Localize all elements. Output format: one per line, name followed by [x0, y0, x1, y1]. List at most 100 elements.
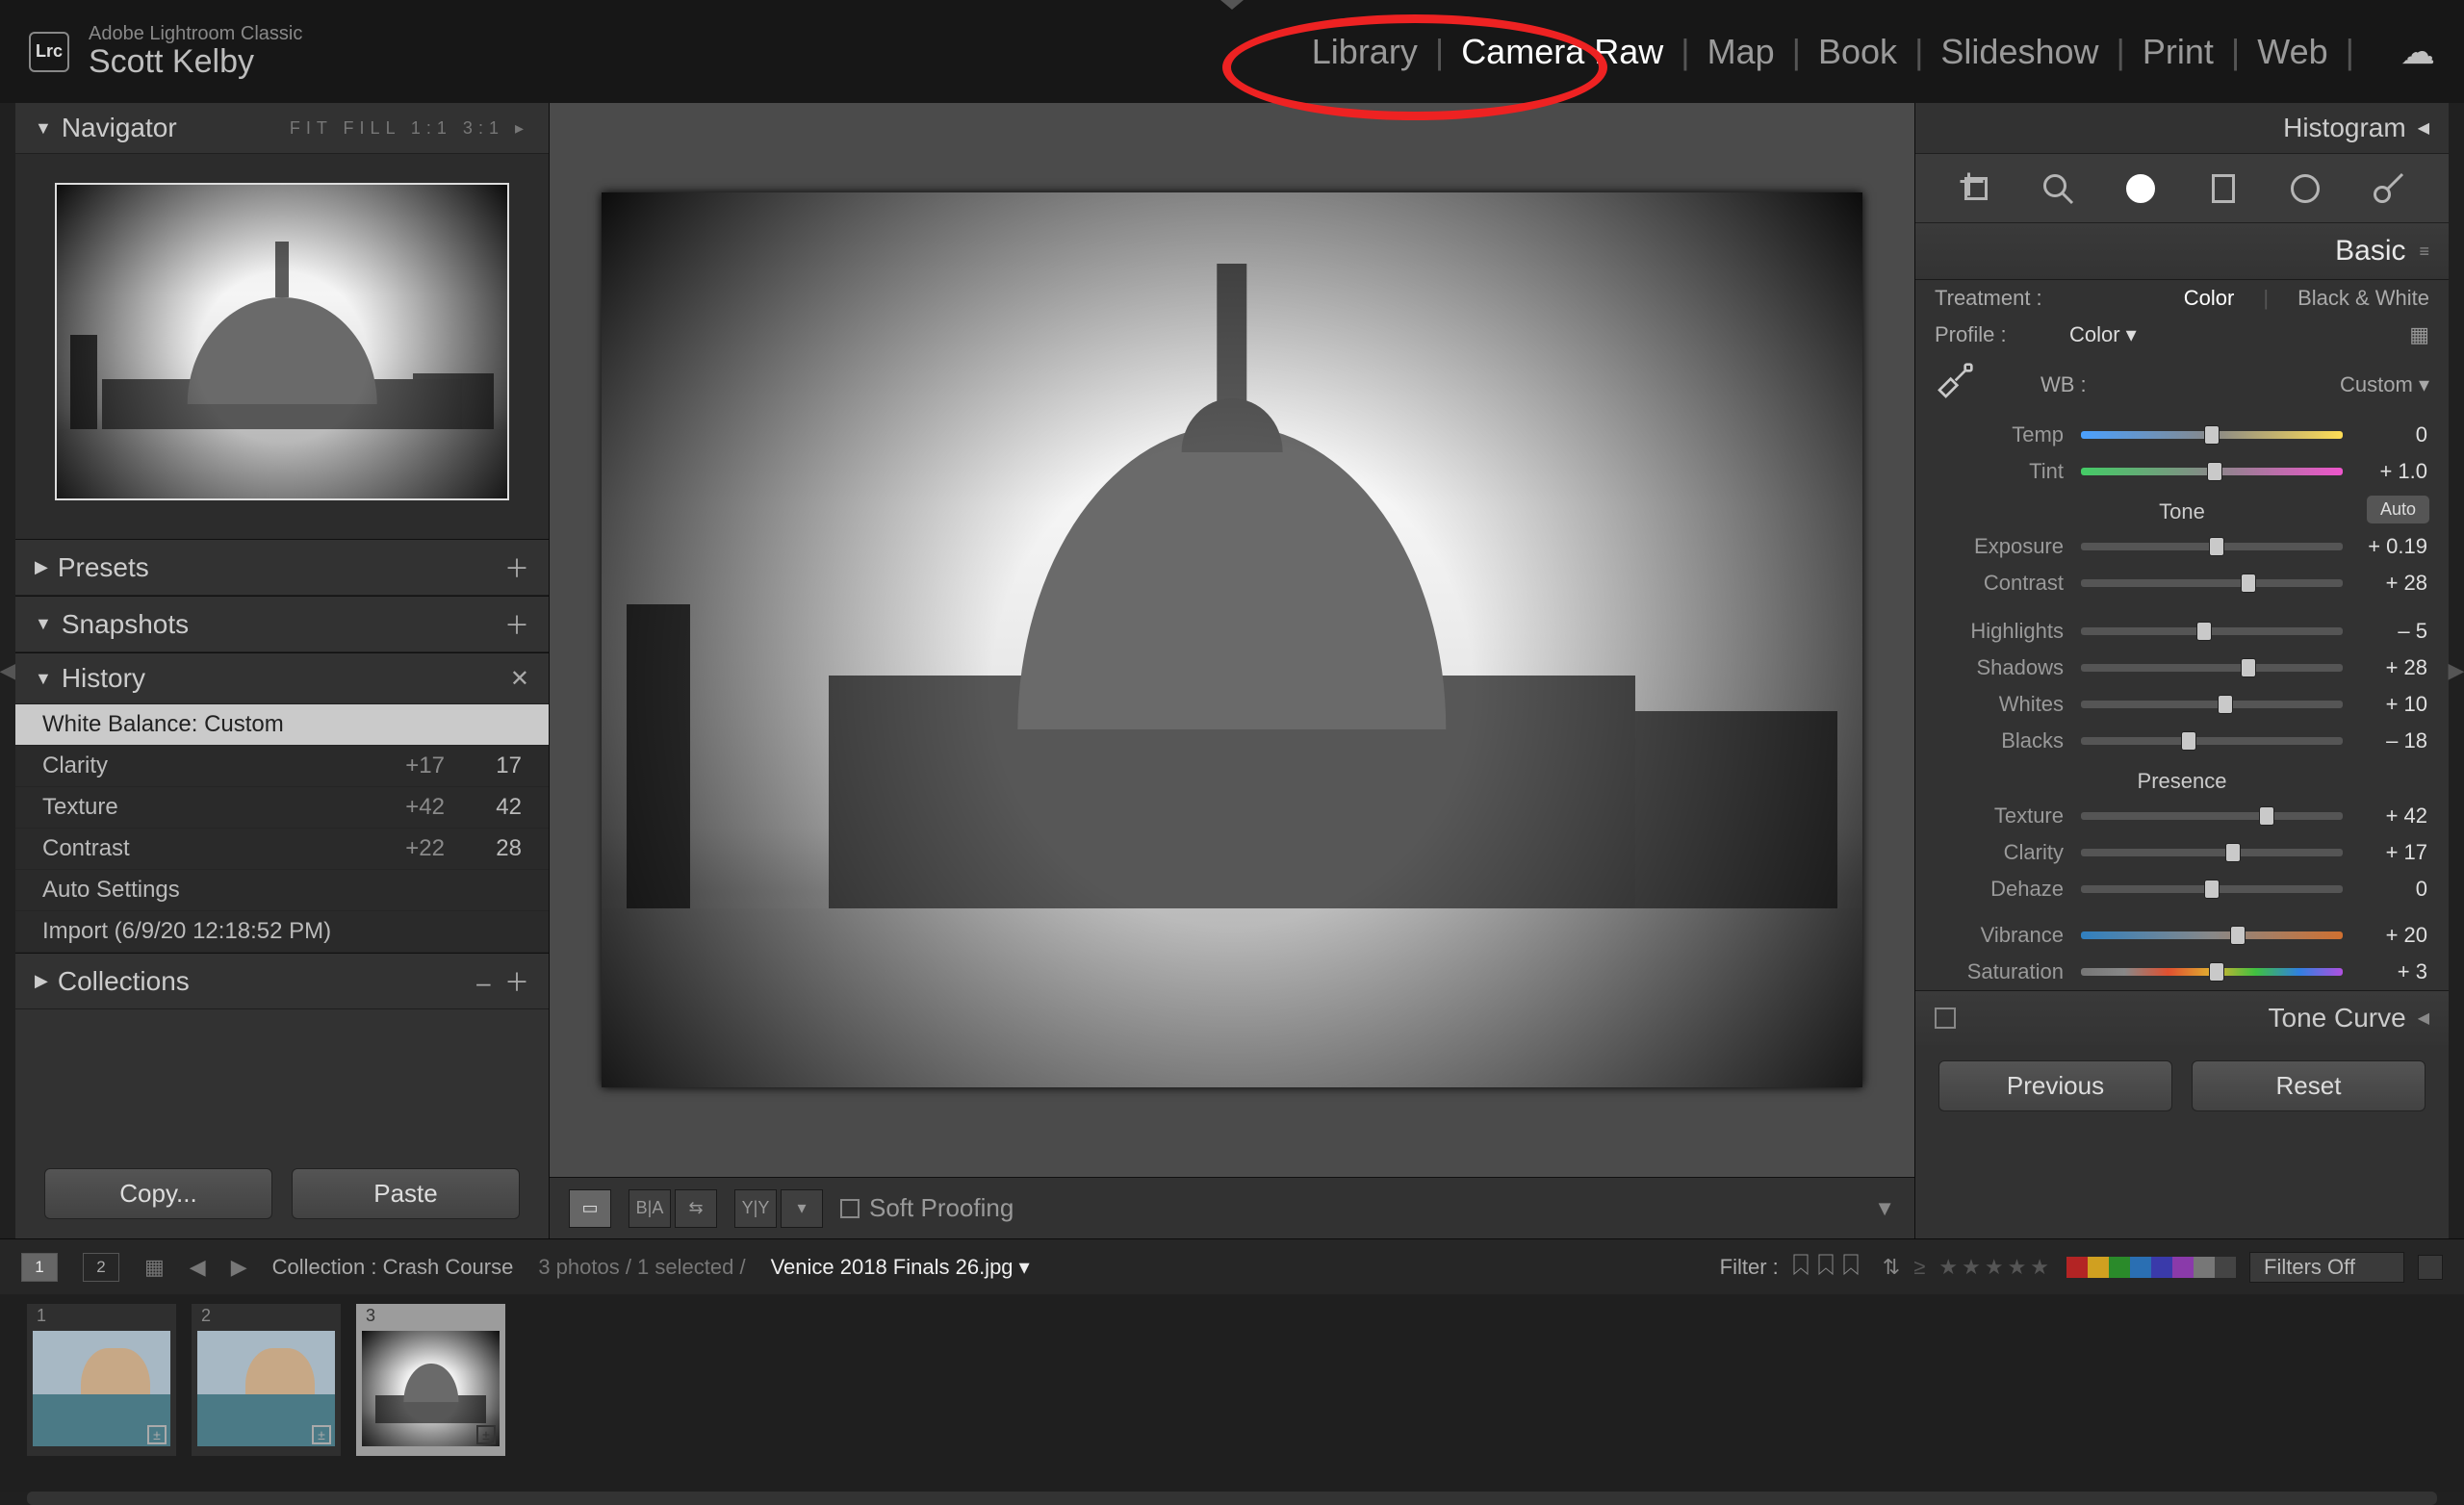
shadows-value[interactable]: + 28	[2360, 655, 2427, 680]
contrast-value[interactable]: + 28	[2360, 571, 2427, 596]
exposure-slider[interactable]	[2081, 543, 2343, 550]
filter-lock-icon[interactable]	[2418, 1255, 2443, 1280]
before-after-swap-button[interactable]: ⇆	[675, 1189, 717, 1228]
clarity-value[interactable]: + 17	[2360, 840, 2427, 865]
module-map[interactable]: Map	[1707, 32, 1775, 72]
highlights-value[interactable]: – 5	[2360, 619, 2427, 644]
module-slideshow[interactable]: Slideshow	[1940, 32, 2098, 72]
redeye-tool-icon[interactable]	[2118, 166, 2164, 212]
secondary-display-1[interactable]: 1	[21, 1253, 58, 1282]
temp-slider[interactable]	[2081, 431, 2343, 439]
shadows-slider[interactable]	[2081, 664, 2343, 672]
tint-slider[interactable]	[2081, 468, 2343, 475]
reset-button[interactable]: Reset	[2192, 1060, 2426, 1111]
breadcrumb-collection[interactable]: Collection : Crash Course	[272, 1255, 514, 1280]
adjustment-brush-icon[interactable]	[2365, 166, 2411, 212]
filter-preset-dropdown[interactable]: Filters Off	[2249, 1252, 2404, 1283]
history-item[interactable]: Clarity+1717	[15, 746, 549, 787]
history-item[interactable]: Contrast+2228	[15, 829, 549, 870]
tone-curve-header[interactable]: Tone Curve◀	[1915, 990, 2449, 1045]
color-label-filter[interactable]	[2066, 1257, 2236, 1278]
cloud-sync-icon[interactable]: ☁	[2400, 32, 2435, 72]
panel-menu-icon[interactable]: ≡	[2419, 242, 2429, 262]
graduated-filter-icon[interactable]	[2200, 166, 2246, 212]
filmstrip-thumb[interactable]: 3 ±	[356, 1304, 505, 1456]
paste-button[interactable]: Paste	[292, 1168, 520, 1219]
panel-collapse-notch[interactable]	[1220, 0, 1244, 10]
texture-slider[interactable]	[2081, 812, 2343, 820]
white-balance-eyedropper-icon[interactable]	[1935, 363, 1973, 407]
swatch-purple[interactable]	[2151, 1257, 2172, 1278]
module-print[interactable]: Print	[2143, 32, 2214, 72]
dehaze-slider[interactable]	[2081, 885, 2343, 893]
presets-header[interactable]: ▶Presets ＋	[15, 539, 549, 596]
swatch-green[interactable]	[2109, 1257, 2130, 1278]
contrast-slider[interactable]	[2081, 579, 2343, 587]
histogram-header[interactable]: Histogram◀	[1915, 103, 2449, 154]
saturation-value[interactable]: + 3	[2360, 959, 2427, 984]
module-book[interactable]: Book	[1818, 32, 1897, 72]
tint-value[interactable]: + 1.0	[2360, 459, 2427, 484]
wb-dropdown[interactable]: Custom ▾	[2340, 372, 2429, 397]
auto-tone-button[interactable]: Auto	[2367, 496, 2429, 523]
left-panel-collapse[interactable]: ◀	[0, 103, 15, 1238]
breadcrumb-filename[interactable]: Venice 2018 Finals 26.jpg ▾	[771, 1255, 1030, 1280]
swatch-red[interactable]	[2066, 1257, 2088, 1278]
soft-proofing-toggle[interactable]: Soft Proofing	[840, 1193, 1014, 1223]
module-web[interactable]: Web	[2257, 32, 2327, 72]
add-snapshot-icon[interactable]: ＋	[504, 606, 529, 642]
treatment-bw[interactable]: Black & White	[2297, 286, 2429, 311]
spot-removal-icon[interactable]	[2035, 166, 2081, 212]
loupe-view-button[interactable]: ▭	[569, 1189, 611, 1228]
secondary-display-2[interactable]: 2	[83, 1253, 119, 1282]
history-item[interactable]: Auto Settings	[15, 870, 549, 911]
flag-filters[interactable]	[1792, 1253, 1869, 1282]
exposure-value[interactable]: + 0.19	[2360, 534, 2427, 559]
profile-browser-icon[interactable]: ▦	[2409, 322, 2429, 347]
swatch-none[interactable]	[2215, 1257, 2236, 1278]
filmstrip-thumb[interactable]: 2 ±	[192, 1304, 341, 1456]
temp-value[interactable]: 0	[2360, 422, 2427, 447]
compare-yy-button[interactable]: Y|Y	[734, 1189, 777, 1228]
copy-button[interactable]: Copy...	[44, 1168, 272, 1219]
history-item[interactable]: White Balance: Custom	[15, 704, 549, 746]
grid-view-icon[interactable]: ▦	[144, 1255, 165, 1280]
history-item[interactable]: Import (6/9/20 12:18:52 PM)	[15, 911, 549, 953]
dehaze-value[interactable]: 0	[2360, 877, 2427, 902]
identity-plate[interactable]: Scott Kelby	[89, 44, 302, 80]
before-after-lr-button[interactable]: B|A	[629, 1189, 671, 1228]
rating-filter[interactable]: ≥ ★★★★★	[1913, 1255, 2053, 1280]
clarity-slider[interactable]	[2081, 849, 2343, 856]
navigator-preview[interactable]	[15, 154, 549, 539]
target-adjustment-icon[interactable]	[1935, 1008, 1956, 1029]
basic-panel-header[interactable]: Basic ≡	[1915, 223, 2449, 280]
vibrance-value[interactable]: + 20	[2360, 923, 2427, 948]
filmstrip-thumb[interactable]: 1 2 ±	[27, 1304, 176, 1456]
swatch-blue[interactable]	[2130, 1257, 2151, 1278]
toolbar-options-menu[interactable]: ▼	[1874, 1196, 1895, 1221]
whites-slider[interactable]	[2081, 701, 2343, 708]
module-library[interactable]: Library	[1312, 32, 1418, 72]
history-header[interactable]: ▼History ✕	[15, 652, 549, 704]
profile-dropdown[interactable]: Color ▾	[2069, 322, 2137, 347]
previous-button[interactable]: Previous	[1938, 1060, 2172, 1111]
highlights-slider[interactable]	[2081, 627, 2343, 635]
main-image-view[interactable]	[602, 192, 1862, 1087]
collections-buttons[interactable]: – ＋	[476, 963, 529, 999]
filmstrip-scrollbar[interactable]	[27, 1492, 2437, 1505]
radial-filter-icon[interactable]	[2282, 166, 2328, 212]
history-item[interactable]: Texture+4242	[15, 787, 549, 829]
crop-tool-icon[interactable]	[1953, 166, 1999, 212]
saturation-slider[interactable]	[2081, 968, 2343, 976]
snapshots-header[interactable]: ▼Snapshots ＋	[15, 596, 549, 652]
next-photo-icon[interactable]: ▶	[231, 1255, 247, 1280]
whites-value[interactable]: + 10	[2360, 692, 2427, 717]
swatch-yellow[interactable]	[2088, 1257, 2109, 1278]
navigator-zoom-options[interactable]: FIT FILL 1:1 3:1 ▸	[290, 118, 529, 139]
prev-photo-icon[interactable]: ◀	[190, 1255, 206, 1280]
texture-value[interactable]: + 42	[2360, 804, 2427, 829]
compare-menu-button[interactable]: ▾	[781, 1189, 823, 1228]
clear-history-icon[interactable]: ✕	[510, 665, 529, 693]
collections-header[interactable]: ▶Collections – ＋	[15, 953, 549, 1009]
blacks-slider[interactable]	[2081, 737, 2343, 745]
